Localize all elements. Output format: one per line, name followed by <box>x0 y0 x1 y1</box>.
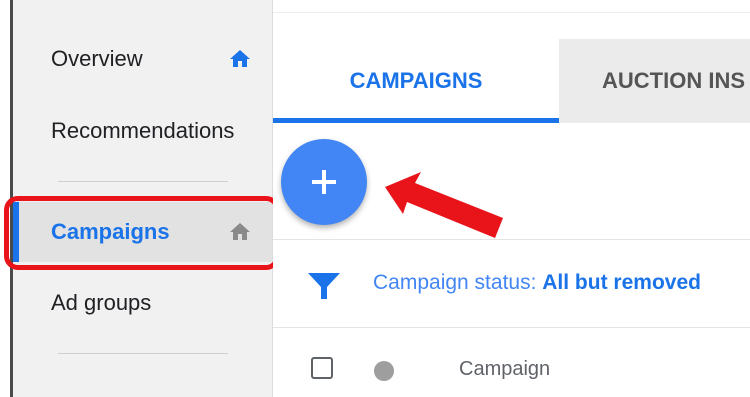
sidebar-item-recommendations[interactable]: Recommendations <box>13 101 272 161</box>
sidebar-divider <box>58 181 228 182</box>
sidebar-item-label: Overview <box>51 46 143 71</box>
tab-auction-insights[interactable]: AUCTION INS <box>559 39 750 123</box>
add-campaign-button[interactable] <box>281 139 367 225</box>
filter-icon[interactable] <box>306 271 342 301</box>
plus-icon <box>312 170 336 194</box>
sidebar-item-ad-groups[interactable]: Ad groups <box>13 273 272 333</box>
arrow-annotation <box>385 172 503 238</box>
highlight-annotation <box>4 196 280 270</box>
divider <box>273 239 750 240</box>
status-dot <box>374 361 394 381</box>
filter-label: Campaign status: <box>373 271 537 294</box>
divider <box>273 327 750 328</box>
sidebar-item-overview[interactable]: Overview <box>13 29 272 89</box>
top-toolbar <box>273 0 750 13</box>
sidebar-item-label: Recommendations <box>51 118 235 143</box>
campaign-status-filter[interactable]: Campaign status: All but removed <box>373 271 701 295</box>
select-all-checkbox[interactable] <box>311 357 333 379</box>
sidebar-divider <box>58 353 228 354</box>
tab-campaigns[interactable]: CAMPAIGNS <box>273 39 559 123</box>
filter-value: All but removed <box>542 271 701 294</box>
tab-active-indicator <box>273 118 559 123</box>
home-icon <box>230 50 250 67</box>
sidebar-item-label: Ad groups <box>51 290 152 315</box>
column-header-campaign[interactable]: Campaign <box>459 358 550 381</box>
